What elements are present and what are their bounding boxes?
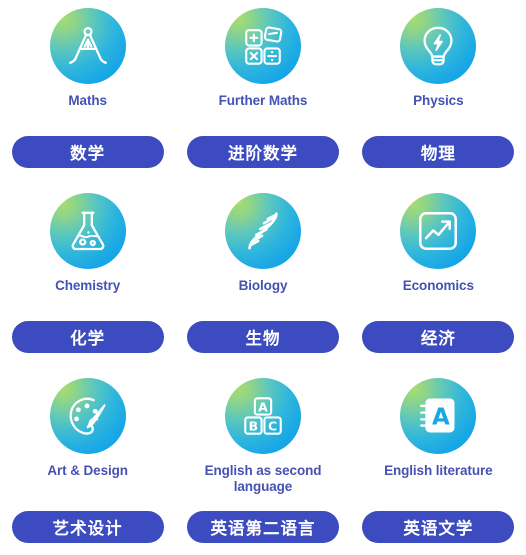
subject-button-biology[interactable]: 生物 — [186, 321, 339, 353]
subject-card-maths[interactable]: Maths 数学 — [0, 0, 175, 185]
svg-text:B: B — [249, 419, 258, 434]
subject-card-physics[interactable]: Physics 物理 — [351, 0, 526, 185]
lightbulb-lightning-icon — [400, 8, 477, 84]
dna-helix-icon — [224, 193, 301, 269]
subject-card-further-maths[interactable]: Further Maths 进阶数学 — [175, 0, 350, 185]
subject-card-english-literature[interactable]: A English literature 英语文学 — [351, 370, 526, 555]
subject-button-art-design[interactable]: 艺术设计 — [11, 511, 164, 543]
subject-card-biology[interactable]: Biology 生物 — [175, 185, 350, 370]
subject-label-en: Economics — [402, 278, 474, 293]
subject-button-further-maths[interactable]: 进阶数学 — [186, 136, 339, 168]
flask-icon — [49, 193, 126, 269]
subjects-grid: Maths 数学 Further Maths 进阶数学 Physics 物理 C… — [0, 0, 526, 555]
subject-button-english-literature[interactable]: 英语文学 — [362, 511, 515, 543]
math-operators-icon — [224, 8, 301, 84]
svg-text:C: C — [268, 419, 277, 434]
trending-chart-icon — [400, 193, 477, 269]
compass-divider-icon — [49, 8, 126, 84]
subject-label-en: Maths — [68, 93, 107, 108]
subject-label-en: Art & Design — [47, 463, 128, 478]
svg-text:A: A — [258, 399, 268, 414]
subject-button-physics[interactable]: 物理 — [362, 136, 515, 168]
subject-button-maths[interactable]: 数学 — [11, 136, 164, 168]
subject-label-en: Physics — [413, 93, 464, 108]
subject-button-chemistry[interactable]: 化学 — [11, 321, 164, 353]
subject-card-english-second-language[interactable]: A B C English as second language 英语第二语言 — [175, 370, 350, 555]
subject-button-economics[interactable]: 经济 — [362, 321, 515, 353]
subject-label-en: English literature — [384, 463, 493, 478]
abc-blocks-icon: A B C — [224, 378, 301, 454]
subject-card-chemistry[interactable]: Chemistry 化学 — [0, 185, 175, 370]
subject-card-economics[interactable]: Economics 经济 — [351, 185, 526, 370]
paint-palette-icon — [49, 378, 126, 454]
subject-label-en: Further Maths — [218, 93, 308, 108]
subject-button-english-second-language[interactable]: 英语第二语言 — [186, 511, 339, 543]
subject-label-en: Chemistry — [55, 278, 121, 293]
subject-card-art-design[interactable]: Art & Design 艺术设计 — [0, 370, 175, 555]
notebook-letter-a-icon: A — [400, 378, 477, 454]
subject-label-en: Biology — [238, 278, 288, 293]
subject-label-en: English as second language — [204, 463, 322, 494]
svg-text:A: A — [432, 405, 450, 431]
